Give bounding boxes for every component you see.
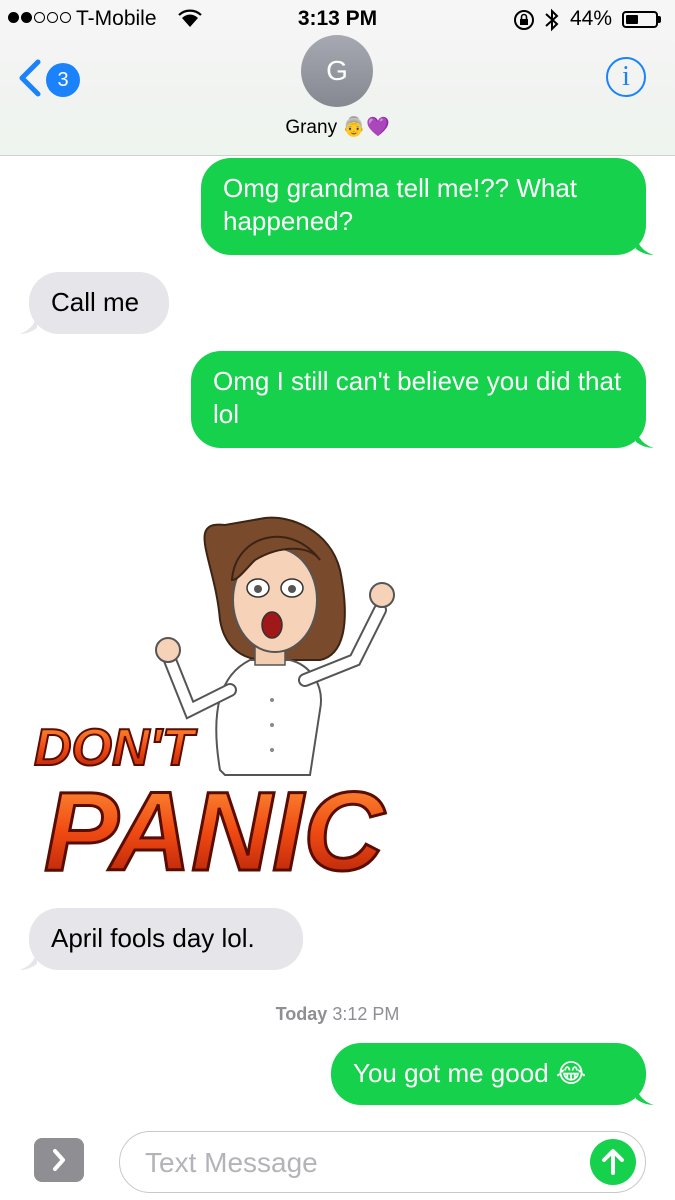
timestamp-day: Today (275, 1004, 328, 1024)
app-drawer-button[interactable] (34, 1138, 84, 1182)
message-text: Omg I still can't believe you did that l… (213, 366, 622, 429)
message-text: Call me (51, 287, 140, 317)
bubble-tail (19, 316, 37, 334)
message-bubble-received[interactable]: April fools day lol. (29, 908, 303, 970)
unread-count-badge[interactable]: 3 (46, 63, 80, 97)
bitmoji-sticker[interactable]: DON'T PANIC (20, 500, 440, 900)
bubble-tail (19, 952, 37, 970)
status-bar: T-Mobile 3:13 PM 44% (0, 0, 675, 40)
bubble-tail (636, 1087, 654, 1105)
contact-name[interactable]: Grany 👵💜 (0, 115, 675, 139)
message-input-placeholder: Text Message (145, 1147, 318, 1178)
message-bubble-sent[interactable]: Omg grandma tell me!?? What happened? (201, 158, 646, 255)
battery-icon (622, 11, 658, 28)
sticker-text-panic: PANIC (44, 769, 386, 894)
info-button[interactable]: i (606, 57, 646, 97)
message-bubble-sent[interactable]: Omg I still can't believe you did that l… (191, 351, 646, 448)
message-bubble-received[interactable]: Call me (29, 272, 169, 334)
message-bubble-sent[interactable]: You got me good 😂 (331, 1043, 646, 1105)
back-chevron-icon[interactable] (16, 58, 42, 98)
bubble-tail (636, 237, 654, 255)
send-button[interactable] (590, 1139, 636, 1185)
timestamp-time: 3:12 PM (332, 1004, 400, 1024)
contact-avatar[interactable]: G (301, 35, 373, 107)
message-timestamp: Today 3:12 PM (0, 1004, 675, 1025)
rotation-lock-icon (514, 10, 534, 30)
battery-tip (658, 16, 661, 23)
message-text: You got me good 😂 (353, 1058, 587, 1088)
message-text: April fools day lol. (51, 923, 255, 953)
chevron-right-icon (53, 1149, 65, 1171)
bluetooth-icon (545, 8, 559, 32)
battery-percent: 44% (570, 7, 613, 30)
message-text: Omg grandma tell me!?? What happened? (223, 173, 578, 236)
bubble-tail (636, 430, 654, 448)
arrow-up-icon (602, 1149, 624, 1175)
